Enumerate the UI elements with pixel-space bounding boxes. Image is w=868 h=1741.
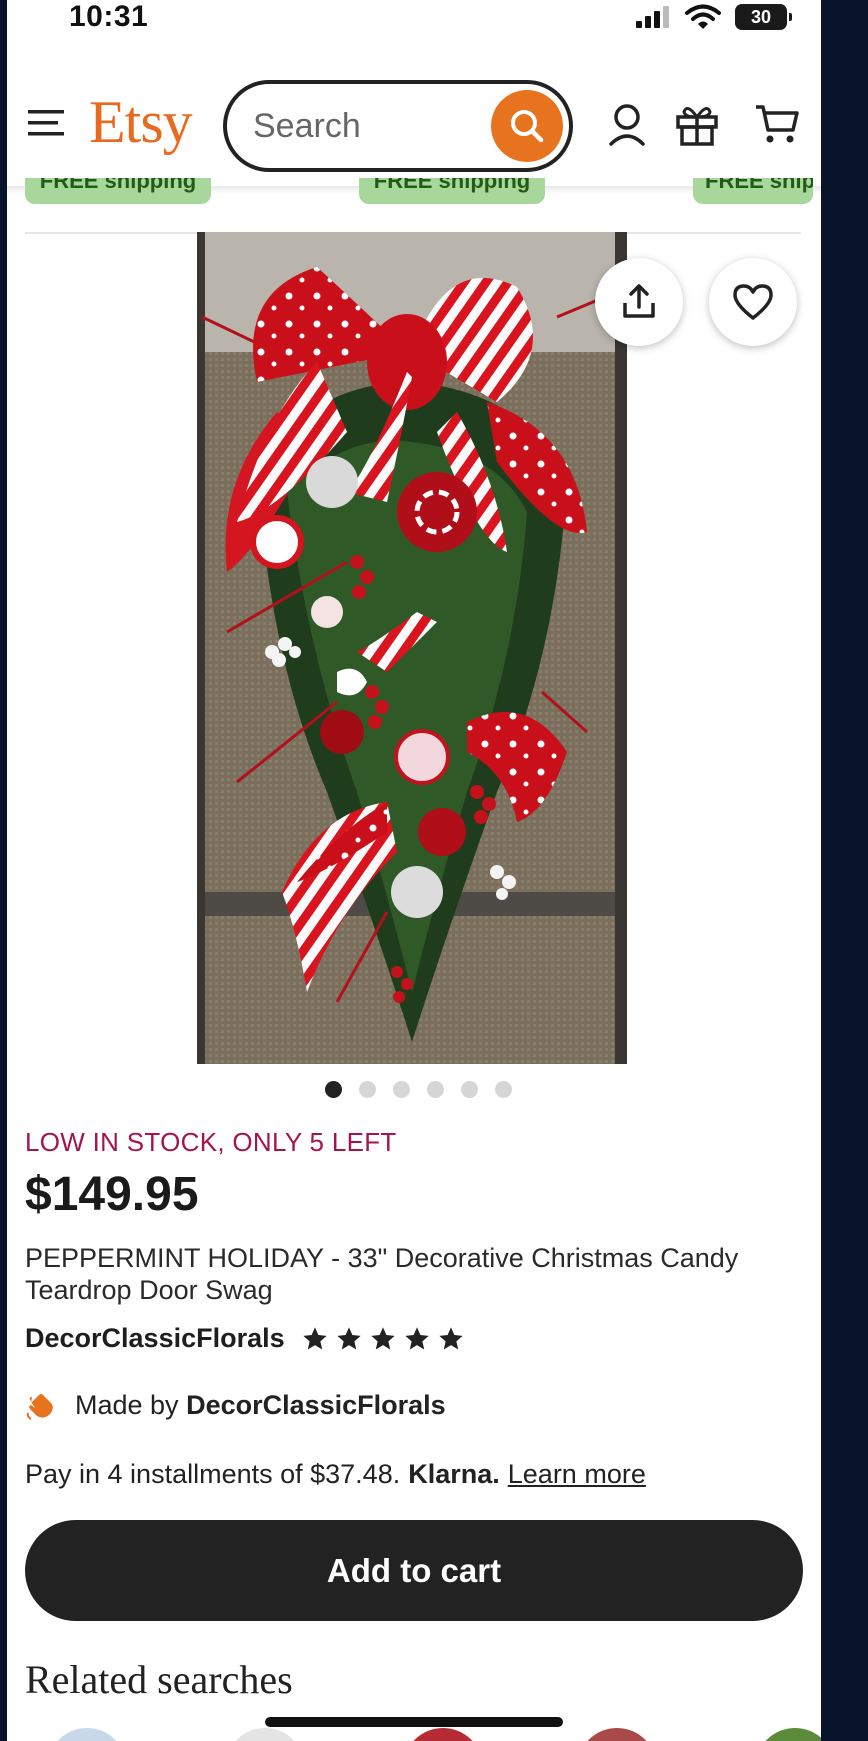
account-icon[interactable] xyxy=(603,100,651,148)
klarna-brand: Klarna. xyxy=(408,1459,500,1489)
wifi-icon xyxy=(685,4,721,29)
status-icons: 30 xyxy=(635,2,792,32)
product-price: $149.95 xyxy=(25,1168,199,1221)
share-button[interactable] xyxy=(595,258,683,346)
product-image[interactable] xyxy=(197,232,627,1064)
favorite-button[interactable] xyxy=(709,258,797,346)
made-by-shop: DecorClassicFlorals xyxy=(186,1389,446,1420)
hand-wave-icon xyxy=(26,1394,53,1420)
gift-icon[interactable] xyxy=(673,100,721,148)
carousel-dot[interactable] xyxy=(427,1081,444,1098)
free-shipping-badge: FREE shipping xyxy=(693,178,813,204)
signal-icon xyxy=(636,6,669,28)
share-icon xyxy=(623,284,655,318)
related-search-thumb[interactable] xyxy=(47,1728,127,1741)
add-to-cart-button[interactable]: Add to cart xyxy=(25,1520,803,1621)
star-icon xyxy=(438,1326,463,1349)
star-icon xyxy=(336,1326,361,1349)
carousel-dot[interactable] xyxy=(495,1081,512,1098)
star-icon xyxy=(370,1326,395,1349)
heart-icon xyxy=(733,284,773,320)
product-page: 10:31 30 Etsy Search FREE shipping FREE … xyxy=(7,0,821,1741)
menu-icon[interactable] xyxy=(26,106,70,140)
battery-indicator: 30 xyxy=(735,4,792,30)
rating-stars xyxy=(301,1325,465,1353)
cart-icon[interactable] xyxy=(753,100,801,148)
made-by-prefix: Made by xyxy=(75,1389,179,1420)
carousel-dot[interactable] xyxy=(359,1081,376,1098)
search-bar[interactable] xyxy=(223,80,573,172)
search-icon xyxy=(511,110,544,143)
carousel-dot[interactable] xyxy=(325,1081,342,1098)
stock-notice: LOW IN STOCK, ONLY 5 LEFT xyxy=(25,1127,397,1157)
star-icon xyxy=(302,1326,327,1349)
status-time: 10:31 xyxy=(69,0,149,33)
product-title: PEPPERMINT HOLIDAY - 33" Decorative Chri… xyxy=(25,1243,739,1305)
image-carousel-dots xyxy=(325,1081,512,1098)
related-search-thumb[interactable] xyxy=(403,1728,483,1741)
carousel-dot[interactable] xyxy=(393,1081,410,1098)
star-icon xyxy=(404,1326,429,1349)
carousel-dot[interactable] xyxy=(461,1081,478,1098)
related-search-thumb[interactable] xyxy=(755,1728,821,1741)
free-shipping-badge: FREE shipping xyxy=(25,178,211,204)
shop-row: DecorClassicFlorals xyxy=(25,1323,465,1354)
free-shipping-badge: FREE shipping xyxy=(359,178,545,204)
klarna-learn-more-link[interactable]: Learn more xyxy=(508,1459,646,1490)
shop-name-link[interactable]: DecorClassicFlorals xyxy=(25,1323,285,1354)
klarna-text: Pay in 4 installments of $37.48. xyxy=(25,1459,401,1489)
klarna-row: Pay in 4 installments of $37.48. Klarna.… xyxy=(25,1459,646,1490)
search-button[interactable] xyxy=(491,90,563,162)
related-searches-heading: Related searches xyxy=(25,1657,293,1702)
related-search-thumb[interactable] xyxy=(577,1728,657,1741)
made-by-row: Made by DecorClassicFlorals xyxy=(25,1389,446,1421)
made-by-text: Made by DecorClassicFlorals xyxy=(75,1390,446,1421)
related-search-thumb[interactable] xyxy=(225,1728,305,1741)
home-indicator xyxy=(265,1717,563,1727)
site-header: Etsy xyxy=(7,50,821,188)
etsy-logo[interactable]: Etsy xyxy=(89,88,193,157)
search-input[interactable] xyxy=(253,102,473,150)
